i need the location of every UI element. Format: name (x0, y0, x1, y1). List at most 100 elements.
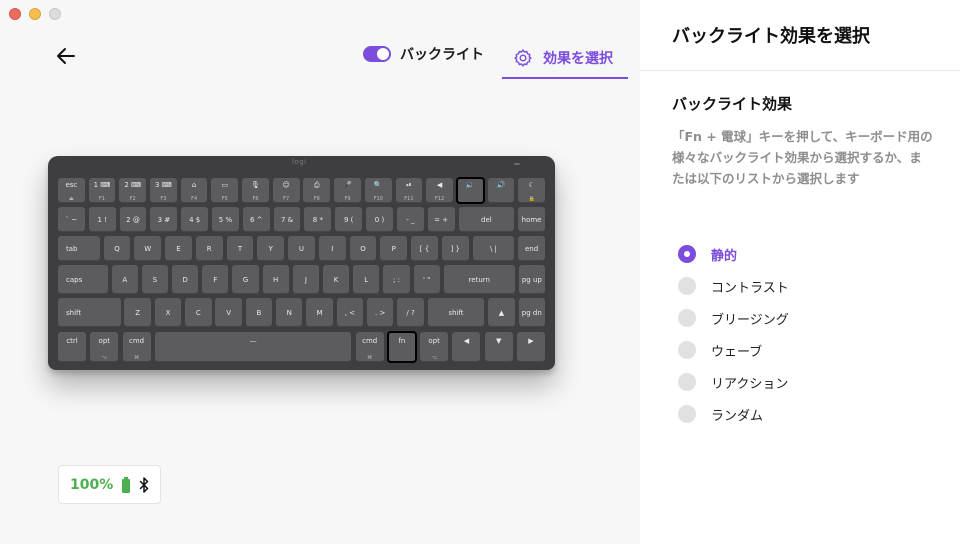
key-sublabel: F6 (252, 196, 259, 202)
battery-icon (122, 476, 131, 493)
key-label: T (237, 244, 243, 253)
key: K (322, 265, 350, 294)
key-label: K (333, 275, 339, 284)
key-label: 🔊 (496, 181, 506, 189)
key-label: ▲ (498, 308, 505, 317)
key: T (226, 236, 254, 261)
key: 0 ) (366, 207, 393, 232)
key-sublabel: ⌥ (431, 355, 438, 361)
key: opt ⌥ (90, 332, 119, 362)
backlight-switch[interactable] (363, 46, 391, 62)
key: ctrl (58, 332, 87, 362)
key-label: 🎙 (251, 181, 260, 189)
key: ' " (413, 265, 440, 294)
key: G (232, 265, 259, 294)
backlight-toggle[interactable]: バックライト (363, 44, 484, 64)
key: 🔍 F10 (364, 178, 392, 203)
effect-option[interactable]: ウェーブ (678, 334, 789, 366)
effect-option-label: ウェーブ (711, 344, 763, 360)
key-label: \ | (489, 244, 497, 253)
key-label: 3 # (157, 215, 171, 224)
key: cmd ⌘ (122, 332, 151, 362)
key: 5 % (212, 207, 239, 232)
divider (640, 70, 960, 71)
key-label: cmd (362, 337, 378, 345)
key: Y (257, 236, 285, 261)
effect-option[interactable]: コントラスト (678, 270, 789, 302)
effect-option[interactable]: リアクション (678, 366, 789, 398)
key-label: F (213, 275, 218, 284)
panel-title: バックライト効果を選択 (672, 26, 870, 47)
key-label: cmd (129, 337, 145, 345)
key: ◀ (452, 332, 481, 362)
key: J (292, 265, 320, 294)
key: ▶ (516, 332, 545, 362)
radio-button[interactable] (678, 245, 696, 263)
radio-button[interactable] (678, 277, 696, 295)
effect-option-label: コントラスト (711, 280, 789, 296)
back-button[interactable] (54, 44, 78, 68)
key-label: ◀ (463, 337, 470, 345)
key-label: V (226, 308, 232, 317)
key-label: — (249, 337, 257, 345)
key-label: 🔍 (373, 181, 383, 189)
key: N (276, 298, 303, 327)
effect-option[interactable]: 静的 (678, 238, 789, 270)
key-label: A (122, 275, 128, 284)
key-highlight (455, 177, 485, 204)
key: ⌂ F4 (180, 178, 208, 203)
effect-option-label: 静的 (711, 248, 738, 264)
key-sublabel: F5 (221, 196, 228, 202)
key-label: 2 @ (126, 215, 140, 224)
battery-percentage: 100% (70, 476, 114, 493)
key-sublabel: ⌥ (101, 355, 108, 361)
zoom-window-button[interactable] (49, 8, 61, 20)
key: A (111, 265, 138, 294)
key-label: 8 * (312, 215, 323, 224)
key-label: esc (65, 181, 78, 189)
window-controls (9, 8, 61, 20)
key-sublabel: F3 (160, 196, 167, 202)
key: = + (427, 207, 455, 232)
key: R (195, 236, 223, 261)
radio-button[interactable] (678, 341, 696, 359)
effect-option[interactable]: ランダム (678, 398, 789, 430)
key-label: ◀ (436, 181, 443, 189)
key-label: 2 ⌨ (124, 181, 142, 189)
key: ⎙ F8 (303, 178, 331, 203)
key-label: M (316, 308, 323, 317)
effect-options-list: 静的コントラストブリージングウェーブリアクション ランダム (678, 238, 789, 430)
key: S (141, 265, 169, 294)
key-label: ctrl (66, 337, 78, 345)
radio-button[interactable] (678, 373, 696, 391)
arrow-left-icon (57, 48, 75, 64)
key-label: Y (268, 244, 273, 253)
key: shift (427, 298, 485, 327)
key-sublabel: F11 (404, 196, 414, 202)
key: Z (124, 298, 151, 327)
section-description: 「Fn + 電球」キーを押して、キーボード用の様々なバックライト効果から選択する… (672, 129, 933, 186)
key: 1 ! (88, 207, 116, 232)
key-label: home (521, 215, 542, 224)
key-label: I (331, 244, 334, 253)
effect-option[interactable]: ブリージング (678, 302, 789, 334)
key: ] } (441, 236, 469, 261)
key: shift (58, 298, 121, 327)
key: U (288, 236, 315, 261)
key: P (380, 236, 408, 261)
key-highlight (386, 331, 417, 363)
key-sublabel: F9 (344, 196, 351, 202)
key-label: W (144, 244, 152, 253)
radio-button[interactable] (678, 309, 696, 327)
radio-button[interactable] (678, 405, 696, 423)
key: V (215, 298, 242, 327)
key-sublabel: F12 (434, 196, 445, 202)
key-label: 9 ( (343, 215, 354, 224)
minimize-window-button[interactable] (29, 8, 41, 20)
key-label: 4 $ (189, 215, 201, 224)
close-window-button[interactable] (9, 8, 21, 20)
key-label: = + (434, 215, 449, 224)
key: ▼ (484, 332, 513, 362)
key: ☺ F7 (272, 178, 300, 203)
tab-select-effects[interactable]: 効果を選択 (502, 36, 628, 79)
